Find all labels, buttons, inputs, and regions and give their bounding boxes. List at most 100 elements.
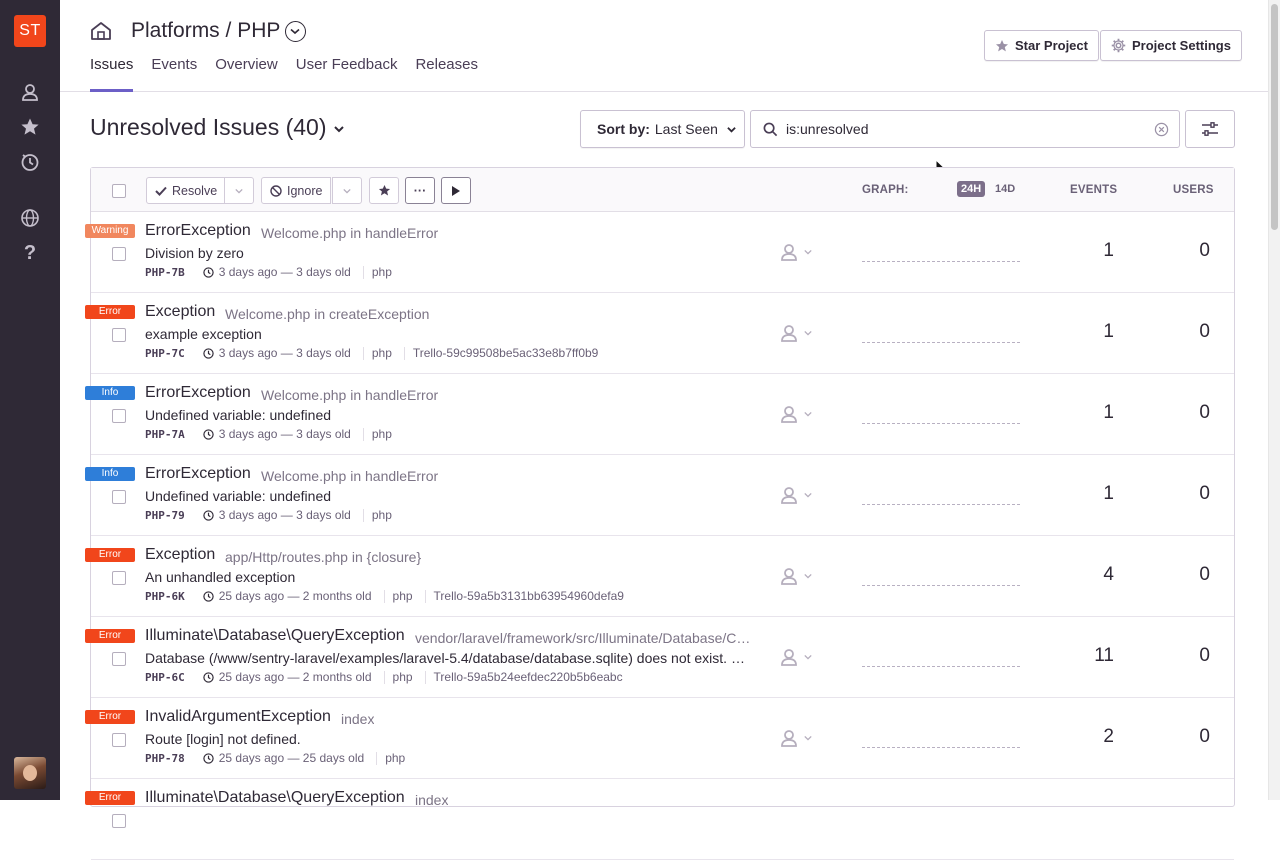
select-all-checkbox[interactable] — [112, 184, 126, 198]
resolve-label: Resolve — [172, 183, 218, 198]
issue-short-id[interactable]: PHP-79 — [145, 509, 185, 522]
ignore-button[interactable]: Ignore — [261, 177, 332, 204]
star-project-button[interactable]: Star Project — [984, 30, 1099, 61]
issues-panel: Resolve Ignore ··· GRAPH: 24H 14D EVENTS… — [85, 167, 1235, 860]
issue-annotation-link[interactable]: Trello-59c99508be5ac33e8b7ff0b9 — [403, 346, 598, 360]
issue-meta: PHP-7A 3 days ago — 3 days old php — [145, 427, 392, 441]
issue-short-id[interactable]: PHP-7C — [145, 347, 185, 360]
project-title[interactable]: Platforms / PHP — [131, 19, 280, 43]
issue-title[interactable]: Exception — [145, 546, 215, 564]
assignee-selector[interactable] — [779, 323, 813, 343]
globe-icon[interactable] — [20, 208, 40, 228]
assignee-selector[interactable] — [779, 485, 813, 505]
issue-short-id[interactable]: PHP-6K — [145, 590, 185, 603]
issue-time: 25 days ago — 2 months old — [218, 670, 372, 684]
issue-short-id[interactable]: PHP-6C — [145, 671, 185, 684]
help-icon[interactable]: ? — [20, 243, 40, 263]
chevron-down-icon — [804, 492, 812, 498]
star-icon — [995, 39, 1009, 51]
star-icon[interactable] — [20, 117, 40, 137]
tab-user-feedback[interactable]: User Feedback — [296, 56, 398, 92]
chevron-down-icon[interactable] — [333, 124, 345, 134]
issue-title[interactable]: Exception — [145, 303, 215, 321]
users-column-label: USERS — [1173, 184, 1214, 196]
page-scrollbar[interactable] — [1268, 0, 1280, 800]
issue-row[interactable]: Error Illuminate\Database\QueryException v… — [85, 617, 1234, 698]
ignore-options-chevron-icon[interactable] — [332, 177, 362, 204]
issue-row[interactable]: Error Exception app/Http/routes.php in {cl… — [85, 536, 1234, 617]
issues-table-header: Resolve Ignore ··· GRAPH: 24H 14D EVENTS… — [91, 168, 1234, 212]
issue-title[interactable]: ErrorException — [145, 465, 251, 483]
issue-checkbox[interactable] — [112, 733, 126, 747]
issue-short-id[interactable]: PHP-7A — [145, 428, 185, 441]
search-bar[interactable] — [750, 110, 1180, 148]
tab-releases[interactable]: Releases — [415, 56, 478, 92]
sort-value: Last Seen — [654, 121, 718, 137]
user-avatar[interactable] — [14, 757, 46, 789]
issue-checkbox[interactable] — [112, 247, 126, 261]
assignee-selector[interactable] — [779, 566, 813, 586]
level-badge: Error — [85, 791, 135, 805]
issue-short-id[interactable]: PHP-78 — [145, 752, 185, 765]
issue-row[interactable]: Info ErrorException Welcome.php in handleE… — [85, 374, 1234, 455]
issue-title[interactable]: Illuminate\Database\QueryException — [145, 627, 405, 645]
project-settings-button[interactable]: Project Settings — [1100, 30, 1242, 61]
issue-checkbox[interactable] — [112, 328, 126, 342]
issue-checkbox[interactable] — [112, 571, 126, 585]
chevron-down-icon — [804, 330, 812, 336]
bookmark-button[interactable] — [369, 177, 399, 204]
clear-search-icon[interactable] — [1154, 122, 1169, 137]
issue-checkbox[interactable] — [112, 814, 126, 828]
assignee-selector[interactable] — [779, 728, 813, 748]
issue-culprit: index — [415, 792, 449, 808]
issue-annotation-link[interactable]: Trello-59a5b24eefdec220b5b6eabc — [424, 670, 623, 684]
issue-annotation-link[interactable]: Trello-59a5b3131bb63954960defa9 — [424, 589, 624, 603]
issue-time: 25 days ago — 2 months old — [218, 589, 372, 603]
assignee-selector[interactable] — [779, 242, 813, 262]
issue-checkbox[interactable] — [112, 490, 126, 504]
issue-row[interactable]: Error Illuminate\Database\QueryException i… — [85, 779, 1234, 860]
event-count: 11 — [1094, 645, 1114, 666]
issue-row[interactable]: Error Exception Welcome.php in createExcep… — [85, 293, 1234, 374]
issue-row[interactable]: Error InvalidArgumentException index Route … — [85, 698, 1234, 779]
resolve-button[interactable]: Resolve — [146, 177, 227, 204]
issue-meta: PHP-7B 3 days ago — 3 days old php — [145, 265, 392, 279]
tab-issues[interactable]: Issues — [90, 56, 134, 92]
issue-message: Undefined variable: undefined — [145, 407, 332, 423]
clock-icon — [203, 671, 214, 683]
issue-title[interactable]: ErrorException — [145, 222, 251, 240]
resolve-options-chevron-icon[interactable] — [224, 177, 254, 204]
realtime-play-button[interactable] — [441, 177, 471, 204]
issue-culprit: Welcome.php in handleError — [261, 225, 439, 241]
activity-icon[interactable] — [20, 152, 40, 172]
sort-dropdown[interactable]: Sort by: Last Seen — [580, 110, 745, 148]
tab-events[interactable]: Events — [151, 56, 197, 92]
search-input[interactable] — [786, 121, 1136, 137]
level-badge: Error — [85, 305, 135, 319]
issues-title[interactable]: Unresolved Issues (40) — [90, 114, 327, 141]
project-switcher-chevron-icon[interactable] — [285, 21, 306, 42]
issue-short-id[interactable]: PHP-7B — [145, 266, 185, 279]
issue-checkbox[interactable] — [112, 409, 126, 423]
advanced-filters-button[interactable] — [1185, 110, 1235, 148]
home-icon[interactable] — [90, 20, 112, 42]
checkmark-icon — [155, 186, 167, 196]
graph-range-14d[interactable]: 14D — [991, 181, 1019, 197]
issue-title[interactable]: Illuminate\Database\QueryException — [145, 789, 405, 807]
user-icon — [781, 325, 797, 342]
user-icon[interactable] — [20, 82, 40, 102]
tab-overview[interactable]: Overview — [215, 56, 278, 92]
issue-title[interactable]: ErrorException — [145, 384, 251, 402]
issue-row[interactable]: Info ErrorException Welcome.php in handleE… — [85, 455, 1234, 536]
issue-row[interactable]: Warning ErrorException Welcome.php in hand… — [85, 212, 1234, 293]
event-sparkline — [862, 747, 1020, 748]
issue-checkbox[interactable] — [112, 652, 126, 666]
org-avatar[interactable]: ST — [14, 15, 46, 47]
assignee-selector[interactable] — [779, 647, 813, 667]
graph-range-24h[interactable]: 24H — [957, 181, 986, 197]
issue-meta: PHP-7C 3 days ago — 3 days old php Trello-5… — [145, 346, 598, 360]
assignee-selector[interactable] — [779, 404, 813, 424]
more-actions-button[interactable]: ··· — [405, 177, 435, 204]
scrollbar-thumb[interactable] — [1271, 4, 1278, 230]
issue-title[interactable]: InvalidArgumentException — [145, 708, 331, 726]
